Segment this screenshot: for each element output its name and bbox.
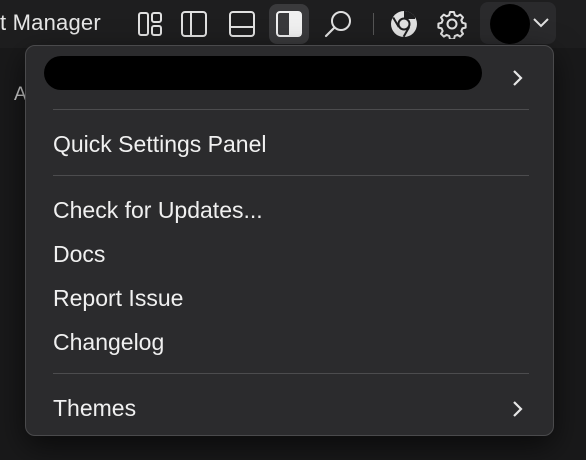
chevron-down-icon xyxy=(533,18,549,28)
menu-item-changelog[interactable]: Changelog xyxy=(26,322,553,362)
layout-grid-icon xyxy=(138,12,162,36)
menu-item-label: Docs xyxy=(53,241,106,267)
layout-grid-button[interactable] xyxy=(130,4,170,44)
gear-icon xyxy=(437,11,467,39)
window-title: t Manager xyxy=(0,10,101,35)
menu-item-check-updates[interactable]: Check for Updates... xyxy=(26,190,553,230)
toggle-right-sidebar-button[interactable] xyxy=(269,4,309,44)
account-menu-button[interactable] xyxy=(480,2,556,44)
toggle-left-sidebar-button[interactable] xyxy=(174,4,214,44)
menu-item-docs[interactable]: Docs xyxy=(26,234,553,274)
search-button[interactable] xyxy=(318,4,358,44)
menu-item-account[interactable] xyxy=(26,56,553,98)
menu-item-label: Quick Settings Panel xyxy=(53,131,267,157)
chevron-right-icon xyxy=(513,401,523,417)
chevron-right-icon xyxy=(513,70,523,86)
menu-divider xyxy=(53,109,529,110)
account-dropdown-menu: Quick Settings Panel Check for Updates..… xyxy=(25,45,554,436)
menu-item-label: Check for Updates... xyxy=(53,197,263,223)
search-icon xyxy=(324,11,351,38)
menu-divider xyxy=(53,175,529,176)
sidebar-right-icon xyxy=(276,11,302,37)
avatar xyxy=(490,4,530,44)
chrome-icon xyxy=(391,10,417,38)
menu-item-report-issue[interactable]: Report Issue xyxy=(26,278,553,318)
redacted-account-name xyxy=(44,56,482,90)
menu-item-quick-settings[interactable]: Quick Settings Panel xyxy=(26,124,553,164)
panel-bottom-icon xyxy=(229,11,255,37)
title-bar: t Manager xyxy=(0,0,586,48)
menu-divider xyxy=(53,373,529,374)
settings-button[interactable] xyxy=(432,4,472,44)
menu-item-label: Themes xyxy=(53,395,137,421)
menu-item-label: Changelog xyxy=(53,329,165,355)
chrome-button[interactable] xyxy=(384,4,424,44)
menu-item-label: Report Issue xyxy=(53,285,184,311)
sidebar-left-icon xyxy=(181,11,207,37)
menu-item-themes[interactable]: Themes xyxy=(26,388,553,428)
toggle-bottom-panel-button[interactable] xyxy=(222,4,262,44)
toolbar-divider xyxy=(373,13,374,35)
